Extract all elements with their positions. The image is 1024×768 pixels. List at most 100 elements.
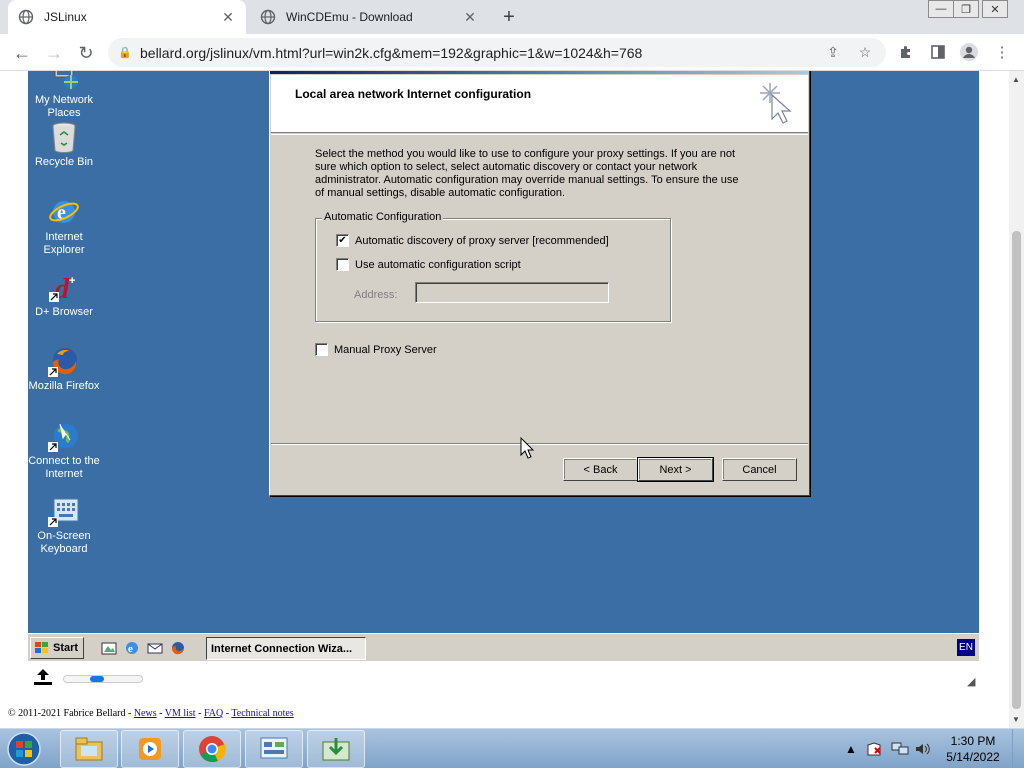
extensions-icon[interactable] [896,42,916,62]
taskbar-task-wizard[interactable]: Internet Connection Wiza... [206,637,366,660]
page-scrollbar[interactable]: ▲ ▼ [1009,71,1024,728]
explorer-icon[interactable] [60,730,118,768]
clock-date: 5/14/2022 [946,750,1000,764]
address-label: Address: [354,289,398,301]
windows-logo-icon [34,641,50,655]
reload-icon[interactable]: ↻ [74,41,98,65]
media-player-icon[interactable] [121,730,179,768]
faq-link[interactable]: FAQ [204,708,223,719]
technical-notes-link[interactable]: Technical notes [231,708,293,719]
desktop-icon-on-screen-keyboard[interactable]: On-Screen Keyboard [28,495,101,556]
share-icon[interactable]: ⇪ [824,43,842,61]
button-separator [271,443,808,445]
close-window-icon[interactable]: ✕ [982,0,1008,18]
auto-discovery-label: Automatic discovery of proxy server [rec… [355,234,609,247]
browser-toolbar: ← → ↻ 🔒 bellard.org/jslinux/vm.html?url=… [0,34,1024,71]
recycle-bin-icon [48,121,80,153]
vm-list-link[interactable]: VM list [165,708,196,719]
forward-icon[interactable]: → [42,41,66,65]
internet-explorer-icon: e [48,196,80,228]
wizard-description: Select the method you would like to use … [315,148,739,199]
automatic-configuration-group: Automatic Configuration ✔ Automatic disc… [315,211,671,322]
win2k-desktop[interactable]: My Network Places Recycle Bin e Internet… [28,71,979,633]
cancel-button[interactable]: Cancel [722,458,797,481]
minimize-icon[interactable]: — [928,0,954,18]
desktop-icon-internet-explorer[interactable]: e Internet Explorer [28,196,101,257]
close-icon[interactable]: ✕ [462,9,478,25]
globe-icon [18,9,34,25]
tray-expand-icon[interactable]: ▲ [845,729,857,768]
desktop-icon-connect-internet[interactable]: Connect to the Internet [28,420,101,481]
menu-icon[interactable]: ⋮ [992,42,1012,62]
close-icon[interactable]: ✕ [220,9,236,25]
desktop-icon-label: My Network Places [34,94,94,119]
restore-icon[interactable]: ❐ [953,0,979,18]
auto-script-checkbox[interactable] [336,258,349,271]
desktop-icon-recycle-bin[interactable]: Recycle Bin [28,121,101,169]
desktop-icon-label: Recycle Bin [34,156,94,168]
address-bar[interactable]: 🔒 bellard.org/jslinux/vm.html?url=win2k.… [108,38,886,67]
language-indicator[interactable]: EN [957,639,975,656]
news-link[interactable]: News [134,708,157,719]
download-app-icon[interactable] [307,730,365,768]
firefox-icon[interactable] [169,639,187,657]
internet-connection-wizard-dialog: Local area network Internet configuratio… [269,71,810,496]
auto-script-checkbox-row[interactable]: Use automatic configuration script [336,258,521,271]
volume-icon[interactable] [914,729,932,768]
page: My Network Places Recycle Bin e Internet… [0,71,1024,728]
back-icon[interactable]: ← [10,41,34,65]
desktop-icon-label: Internet Explorer [43,231,85,256]
tab-jslinux[interactable]: JSLinux ✕ [8,0,246,34]
upload-icon[interactable] [33,668,53,686]
control-panel-icon[interactable] [245,730,303,768]
desktop-icon-network-places[interactable]: My Network Places [28,71,101,120]
zoom-slider[interactable] [63,675,143,683]
desktop-icon-label: Mozilla Firefox [28,380,100,392]
mouse-cursor-icon [520,436,535,459]
copyright-text: © 2011-2021 Fabrice Bellard - [8,708,134,719]
tab-wincdemu[interactable]: WinCDEmu - Download ✕ [250,0,488,34]
win2k-taskbar: Start e Internet Connection Wiza... EN [28,633,979,661]
wizard-header: Local area network Internet configuratio… [271,75,808,133]
scroll-down-icon[interactable]: ▼ [1012,715,1020,724]
chrome-icon[interactable] [183,730,241,768]
show-desktop-icon[interactable] [100,639,118,657]
plus-icon[interactable]: + [498,6,520,28]
slider-thumb[interactable] [90,676,104,682]
dialog-title-bar[interactable] [270,71,809,74]
lock-icon[interactable]: 🔒 [118,46,132,59]
show-desktop-button[interactable] [1012,729,1024,768]
system-clock[interactable]: 1:30 PM 5/14/2022 [938,733,1008,765]
manual-proxy-label: Manual Proxy Server [334,343,437,356]
sidepanel-icon[interactable] [928,42,948,62]
start-button[interactable]: Start [30,637,84,659]
next-button[interactable]: Next > [637,457,714,482]
manual-proxy-checkbox-row[interactable]: Manual Proxy Server [315,343,437,356]
outlook-icon[interactable] [146,639,164,657]
desktop-icon-label: On-Screen Keyboard [37,530,91,555]
manual-proxy-checkbox[interactable] [315,343,328,356]
globe-icon [260,9,276,25]
address-input[interactable] [415,282,609,303]
auto-discovery-checkbox-row[interactable]: ✔ Automatic discovery of proxy server [r… [336,234,609,247]
windows-start-orb-icon[interactable] [4,730,44,768]
network-icon[interactable] [891,729,909,768]
d-plus-browser-icon: d + [48,271,80,303]
internet-explorer-icon[interactable]: e [123,639,141,657]
scroll-up-icon[interactable]: ▲ [1012,75,1020,84]
header-separator [271,134,808,135]
desktop-icon-firefox[interactable]: Mozilla Firefox [28,345,101,393]
start-label: Start [53,642,79,654]
action-center-icon[interactable] [866,729,882,768]
desktop-icon-label: Connect to the Internet [28,455,100,480]
star-icon[interactable]: ☆ [856,43,874,61]
resize-grip-icon[interactable]: ◢ [967,675,979,688]
svg-text:+: + [69,275,75,287]
profile-icon[interactable] [959,42,979,62]
scrollbar-thumb[interactable] [1012,231,1021,709]
back-button[interactable]: < Back [563,458,638,481]
auto-script-label: Use automatic configuration script [355,258,521,271]
auto-discovery-checkbox[interactable]: ✔ [336,234,349,247]
desktop-icon-d-plus-browser[interactable]: d + D+ Browser [28,271,101,319]
tab-strip: JSLinux ✕ WinCDEmu - Download ✕ + — ❐ ✕ [0,0,1024,34]
